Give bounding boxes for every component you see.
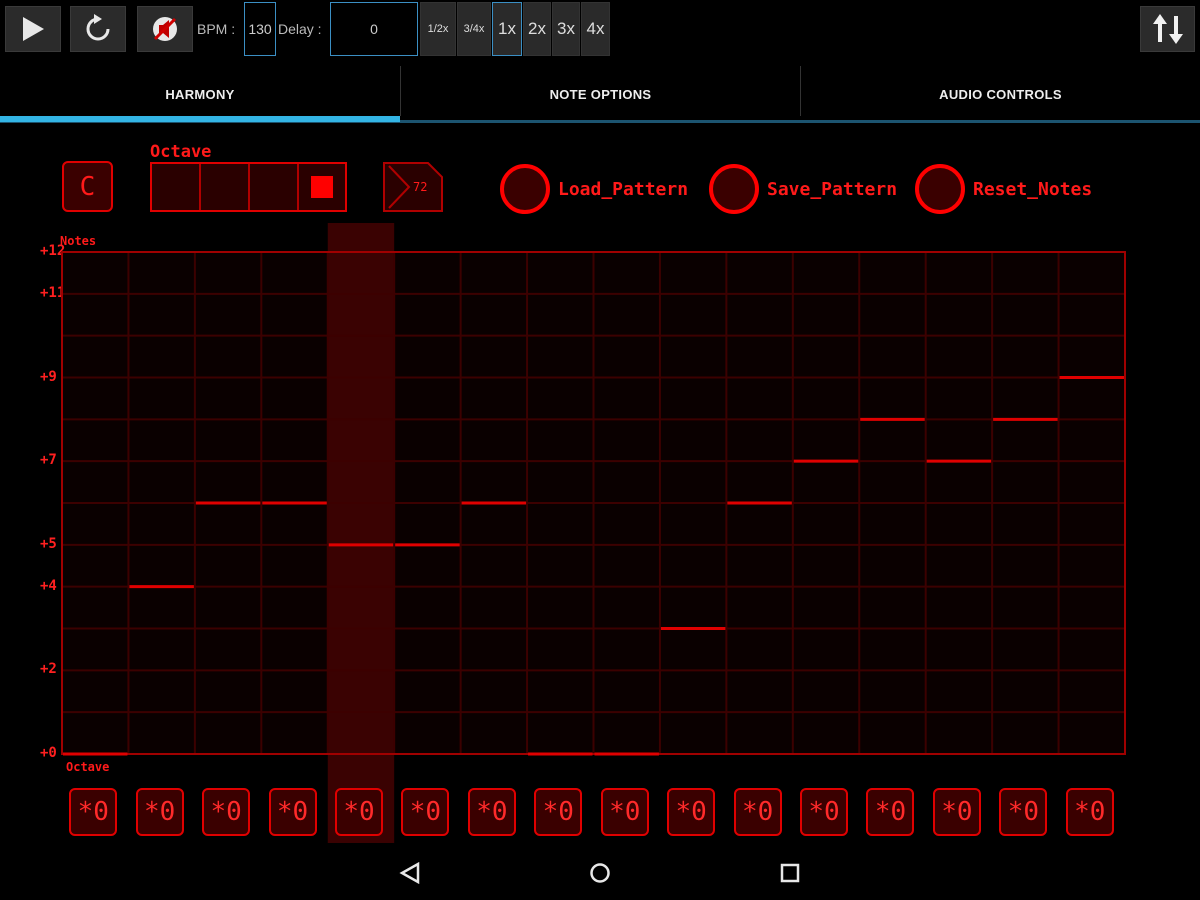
octave-shift-button[interactable]: *0 — [268, 788, 317, 836]
octave-shift-button[interactable]: *0 — [534, 788, 583, 836]
octave-shift-button[interactable]: *0 — [467, 788, 516, 836]
octave-shift-button[interactable]: *0 — [1065, 788, 1114, 836]
note-grid[interactable] — [0, 0, 1200, 900]
octave-shift-button[interactable]: *0 — [667, 788, 716, 836]
octave-shift-button[interactable]: *0 — [800, 788, 849, 836]
octave-shift-button[interactable]: *0 — [733, 788, 782, 836]
playhead-column — [327, 223, 395, 843]
recents-square-icon[interactable] — [780, 863, 800, 883]
octave-shift-button[interactable]: *0 — [202, 788, 251, 836]
octave-shift-button[interactable]: *0 — [69, 788, 118, 836]
back-triangle-icon[interactable] — [399, 862, 421, 884]
home-circle-icon[interactable] — [589, 862, 611, 884]
octave-shift-button[interactable]: *0 — [600, 788, 649, 836]
octave-shift-button[interactable]: *0 — [999, 788, 1048, 836]
octave-shift-button[interactable]: *0 — [401, 788, 450, 836]
octave-shift-button[interactable]: *0 — [135, 788, 184, 836]
octave-shift-button[interactable]: *0 — [932, 788, 981, 836]
octave-shift-button[interactable]: *0 — [334, 788, 383, 836]
android-navbar — [0, 844, 1200, 900]
octave-shift-button[interactable]: *0 — [866, 788, 915, 836]
